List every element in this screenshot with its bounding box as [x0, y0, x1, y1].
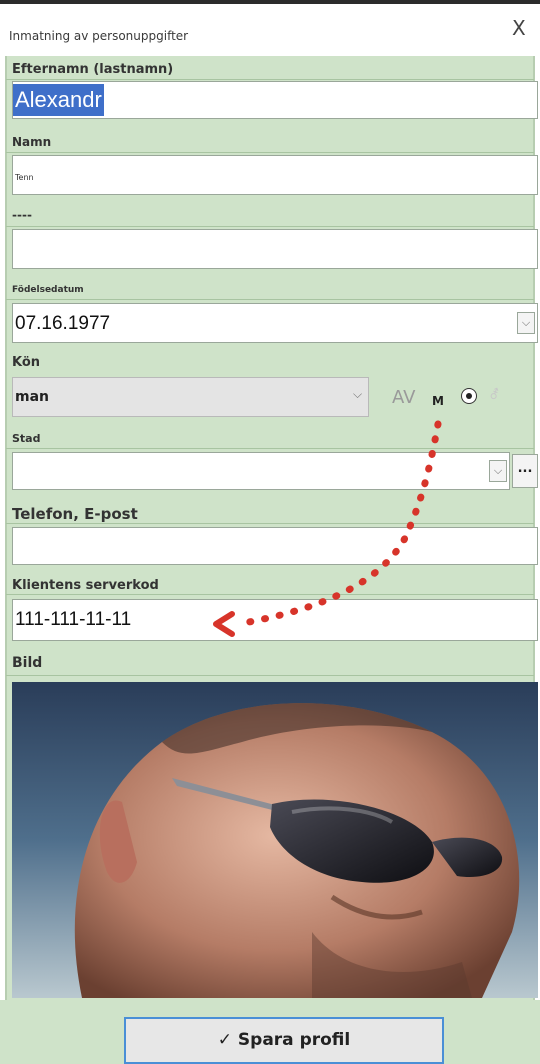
profile-photo[interactable]	[12, 682, 538, 998]
save-profile-button[interactable]: ✓ Spara profil	[124, 1017, 444, 1064]
divider	[6, 675, 534, 676]
profile-photo-image	[12, 682, 538, 998]
photo-label: Bild	[12, 655, 43, 671]
